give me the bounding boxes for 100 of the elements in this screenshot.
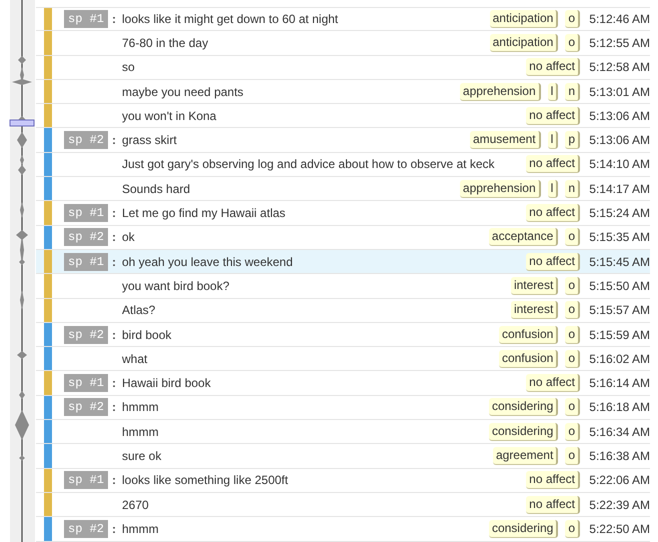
message-row[interactable]: sp #1 : Hawaii bird book no affect 5:16:14 AM bbox=[36, 371, 650, 396]
affect-tag[interactable]: n bbox=[565, 82, 580, 101]
affect-tag[interactable]: no affect bbox=[526, 155, 580, 174]
speaker-label: sp #1 bbox=[64, 10, 108, 28]
affect-tag[interactable]: amusement bbox=[470, 131, 541, 150]
affect-tag[interactable]: interest bbox=[510, 276, 558, 295]
colon-separator: : bbox=[112, 473, 116, 488]
message-text: Sounds hard bbox=[121, 182, 192, 196]
timestamp: 5:16:02 AM bbox=[588, 352, 650, 366]
timestamp: 5:15:45 AM bbox=[588, 254, 650, 269]
colon-separator: : bbox=[112, 12, 116, 26]
timestamp: 5:14:17 AM bbox=[588, 182, 650, 196]
timestamp: 5:15:50 AM bbox=[588, 278, 650, 293]
speaker-label: sp #2 bbox=[64, 131, 108, 150]
message-row[interactable]: maybe you need pants apprehension l n 5:13:01 AM bbox=[36, 80, 650, 104]
message-row[interactable]: sp #2 : bird book confusion o 5:15:59 AM bbox=[36, 322, 650, 348]
message-text: Just got gary's observing log and advice about how to observe at keck bbox=[121, 157, 496, 172]
affect-tag[interactable]: considering bbox=[488, 520, 558, 538]
message-text: ok bbox=[121, 230, 136, 244]
message-text: looks like something like 2500ft bbox=[121, 473, 290, 488]
affect-tag[interactable]: l bbox=[548, 82, 558, 101]
affect-tag[interactable]: confusion bbox=[498, 350, 558, 368]
affect-tag[interactable]: anticipation bbox=[490, 10, 558, 28]
affect-tag[interactable]: no affect bbox=[526, 252, 580, 271]
affect-tag[interactable]: p bbox=[565, 131, 580, 150]
message-text: 2670 bbox=[121, 498, 150, 512]
affect-tag[interactable]: considering bbox=[488, 422, 558, 441]
message-row[interactable]: Atlas? interest o 5:15:57 AM bbox=[36, 298, 650, 323]
colon-separator: : bbox=[112, 133, 116, 148]
timestamp: 5:22:06 AM bbox=[588, 473, 650, 488]
message-row[interactable]: you won't in Kona no affect 5:13:06 AM bbox=[36, 104, 650, 128]
message-row[interactable]: sp #1 : looks like something like 2500ft no affect 5:22:06 AM bbox=[36, 468, 650, 493]
affect-tag[interactable]: agreement bbox=[492, 446, 558, 465]
affect-tag[interactable]: o bbox=[565, 422, 580, 441]
message-row[interactable]: hmmm considering o 5:16:34 AM bbox=[36, 420, 650, 444]
colon-separator: : bbox=[112, 376, 116, 390]
message-text: what bbox=[121, 352, 148, 366]
message-row[interactable]: sp #2 : hmmm considering o 5:16:18 AM bbox=[36, 396, 650, 420]
affect-tag[interactable]: acceptance bbox=[488, 228, 558, 246]
message-row[interactable]: sp #2 : ok acceptance o 5:15:35 AM bbox=[36, 226, 650, 250]
timestamp: 5:15:57 AM bbox=[588, 303, 650, 318]
speaker-label: sp #2 bbox=[64, 228, 108, 246]
message-row[interactable]: 76-80 in the day anticipation o 5:12:55 AM bbox=[36, 31, 650, 56]
affect-tag[interactable]: o bbox=[565, 520, 580, 538]
affect-tag[interactable]: no affect bbox=[526, 374, 580, 392]
message-text: 76-80 in the day bbox=[121, 36, 210, 50]
affect-tag[interactable]: no affect bbox=[526, 204, 580, 222]
speaker-label: sp #2 bbox=[64, 326, 108, 344]
message-row[interactable]: sp #1 : oh yeah you leave this weekend no affect 5:15:45 AM bbox=[36, 250, 650, 274]
position-marker[interactable] bbox=[10, 120, 34, 126]
message-row[interactable]: you want bird book? interest o 5:15:50 AM bbox=[36, 274, 650, 299]
message-row[interactable]: sp #2 : hmmm considering o 5:22:50 AM bbox=[36, 517, 650, 542]
message-row[interactable]: sp #1 : looks like it might get down to 60 at night anticipation o 5:12:46 AM bbox=[36, 7, 650, 32]
timestamp: 5:13:01 AM bbox=[588, 84, 650, 99]
colon-separator: : bbox=[112, 206, 116, 220]
affect-tag[interactable]: o bbox=[565, 276, 580, 295]
timestamp: 5:12:55 AM bbox=[588, 36, 650, 50]
message-text: Atlas? bbox=[121, 303, 156, 318]
message-row[interactable]: Just got gary's observing log and advice about how to observe at keck no affect 5:14:10 AM bbox=[36, 152, 650, 178]
colon-separator: : bbox=[112, 230, 116, 244]
affect-tag[interactable]: apprehension bbox=[460, 180, 541, 198]
affect-tag[interactable]: o bbox=[565, 446, 580, 465]
message-row[interactable]: 2670 no affect 5:22:39 AM bbox=[36, 492, 650, 518]
speaker-label: sp #1 bbox=[64, 374, 108, 392]
message-row[interactable]: sp #1 : Let me go find my Hawaii atlas no affect 5:15:24 AM bbox=[36, 201, 650, 226]
affect-tag[interactable]: o bbox=[565, 10, 580, 28]
timestamp: 5:15:59 AM bbox=[588, 328, 650, 342]
message-row[interactable]: what confusion o 5:16:02 AM bbox=[36, 347, 650, 372]
affect-tag[interactable]: no affect bbox=[526, 471, 580, 490]
affect-tag[interactable]: interest bbox=[510, 301, 558, 320]
affect-tag[interactable]: o bbox=[565, 326, 580, 344]
affect-tag[interactable]: o bbox=[565, 350, 580, 368]
message-text: hmmm bbox=[121, 424, 160, 439]
affect-tag[interactable]: considering bbox=[488, 398, 558, 416]
message-text: Hawaii bird book bbox=[121, 376, 212, 390]
affect-tag[interactable]: anticipation bbox=[490, 34, 558, 52]
affect-tag[interactable]: no affect bbox=[526, 496, 580, 514]
speaker-label: sp #2 bbox=[64, 520, 108, 538]
affect-tag[interactable]: o bbox=[565, 398, 580, 416]
timestamp: 5:22:39 AM bbox=[588, 498, 650, 512]
message-text: Let me go find my Hawaii atlas bbox=[121, 206, 286, 220]
message-row[interactable]: sp #2 : grass skirt amusement l p 5:13:06 AM bbox=[36, 128, 650, 153]
affect-tag[interactable]: no affect bbox=[526, 58, 580, 76]
affect-tag[interactable]: l bbox=[548, 131, 558, 150]
message-row[interactable]: Sounds hard apprehension l n 5:14:17 AM bbox=[36, 177, 650, 202]
affect-tag[interactable]: apprehension bbox=[460, 82, 541, 101]
message-text: you won't in Kona bbox=[121, 108, 218, 123]
affect-tag[interactable]: no affect bbox=[526, 106, 580, 125]
colon-separator: : bbox=[112, 254, 116, 269]
message-text: so bbox=[121, 60, 136, 74]
affect-tag[interactable]: l bbox=[548, 180, 558, 198]
affect-tag[interactable]: confusion bbox=[498, 326, 558, 344]
message-text: maybe you need pants bbox=[121, 84, 244, 99]
message-row[interactable]: sure ok agreement o 5:16:38 AM bbox=[36, 444, 650, 469]
message-row[interactable]: so no affect 5:12:58 AM bbox=[36, 56, 650, 80]
message-text: hmmm bbox=[121, 522, 160, 536]
affect-tag[interactable]: n bbox=[565, 180, 580, 198]
affect-tag[interactable]: o bbox=[565, 228, 580, 246]
affect-tag[interactable]: o bbox=[565, 34, 580, 52]
affect-tag[interactable]: o bbox=[565, 301, 580, 320]
